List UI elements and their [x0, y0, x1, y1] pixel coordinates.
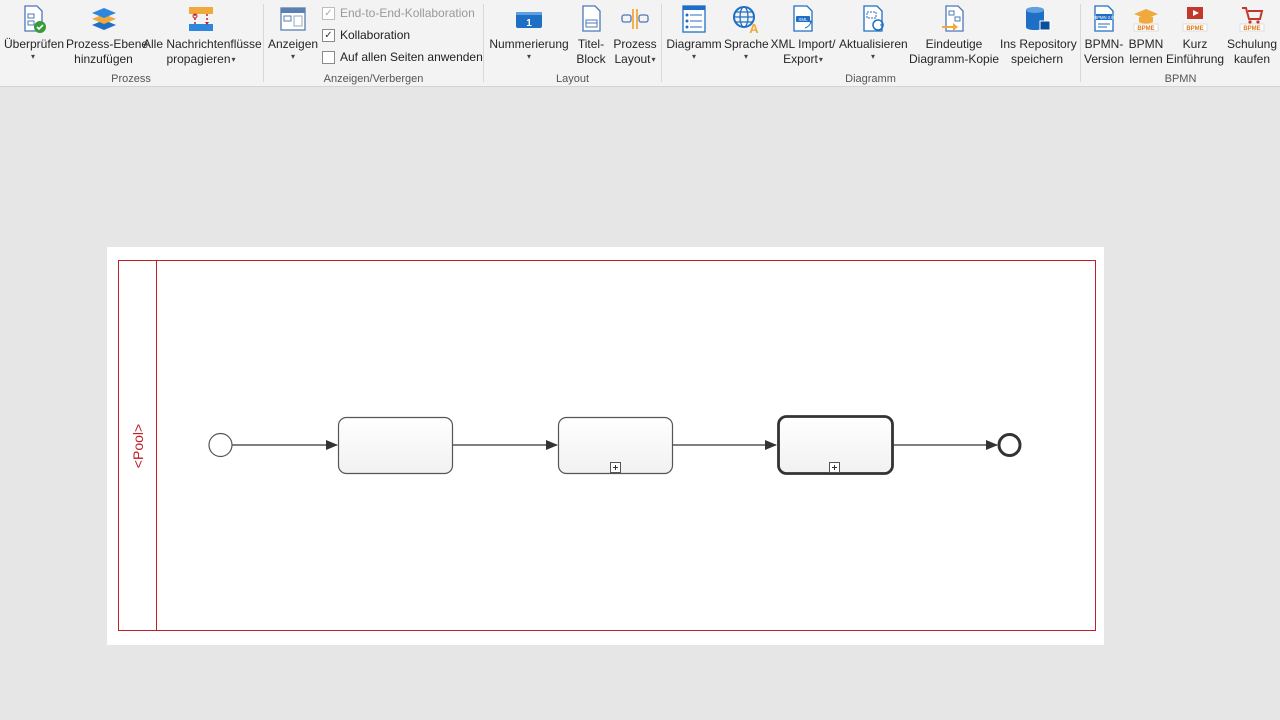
task[interactable]	[337, 416, 454, 475]
process-flow	[208, 415, 1022, 475]
expand-marker-icon	[829, 462, 840, 473]
call-activity[interactable]	[777, 415, 894, 475]
end-event[interactable]	[997, 433, 1022, 457]
collapsed-subprocess[interactable]	[557, 416, 674, 475]
expand-marker-icon	[610, 462, 621, 473]
start-event[interactable]	[208, 432, 233, 458]
